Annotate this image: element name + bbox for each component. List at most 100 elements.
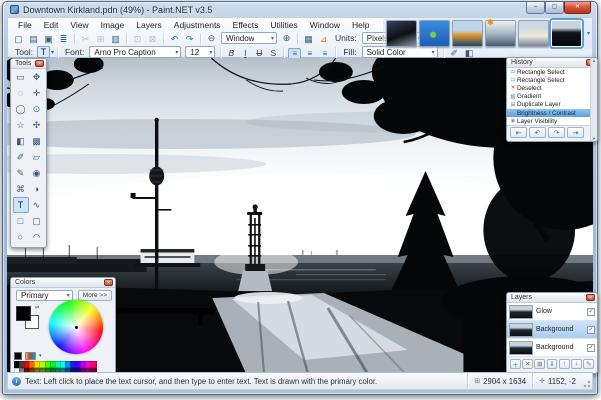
ellipse-select-tool[interactable]: ◯ [13,101,29,117]
colors-panel-titlebar[interactable]: Colors ✕ [11,278,115,288]
desktop: Downtown Kirkland.pdn (49%) - Paint.NET … [0,0,601,400]
history-item[interactable]: ▭ Rectangle Select [507,68,590,76]
freeform-shape-tool[interactable]: ◠ [29,229,45,245]
color-wheel[interactable] [49,300,103,354]
text-tool[interactable]: T [13,197,29,213]
close-icon[interactable]: ✕ [586,294,595,301]
chevron-down-icon[interactable]: ▾ [51,49,54,56]
menu-item[interactable]: Utilities [264,19,303,31]
layer-visibility-checkbox[interactable]: ✓ [587,344,595,352]
copy-button[interactable]: ⊞ [94,34,107,46]
color-target-dropdown[interactable]: Primary ▾ [16,290,73,301]
redo-history-button[interactable]: ↷ [548,127,565,138]
rectangle-select-tool[interactable]: ▭ [13,69,29,85]
redo-button[interactable]: ↷ [183,34,196,46]
primary-color-swatch[interactable] [16,306,31,321]
thumbnail-overflow-icon[interactable]: ▾ [587,30,590,37]
crop-to-selection-button[interactable]: ⊡ [131,34,144,46]
resize-grip[interactable] [582,373,592,389]
layers-panel-titlebar[interactable]: Layers ✕ [507,293,597,303]
history-item[interactable]: ◐ Brightness / Contrast [507,109,590,117]
ellipse-tool[interactable]: ○ [13,229,29,245]
current-color-swatch[interactable] [14,352,22,360]
rectangle-tool[interactable]: □ [13,213,29,229]
move-layer-up-button[interactable]: ↑ [559,359,570,369]
font-size-dropdown[interactable]: 12 ▾ [185,46,215,58]
fast-forward-button[interactable]: ⇥ [567,127,584,138]
zoom-tool[interactable]: ⊙ [29,101,45,117]
pan-tool[interactable]: ✣ [29,117,45,133]
layer-row[interactable]: Background ✓ [507,321,597,339]
move-layer-down-button[interactable]: ↓ [571,359,582,369]
layer-row[interactable]: Background ✓ [507,339,597,357]
rewind-button[interactable]: ⇤ [510,127,527,138]
open-image-3[interactable] [452,20,483,47]
menu-item[interactable]: Help [346,19,375,31]
magic-wand-tool[interactable]: ☆ [13,117,29,133]
history-item[interactable]: ◉ Layer Visibility [507,117,590,125]
history-item[interactable]: ✕ Deselect [507,84,590,92]
color-picker-tool[interactable]: ◉ [29,165,45,181]
rounded-rectangle-tool[interactable]: ▢ [29,213,45,229]
recolor-tool[interactable]: ◑ [29,181,45,197]
palette-manager-icon[interactable] [25,352,36,360]
new-image-button[interactable]: ▢ [12,34,25,46]
paste-button[interactable]: ▥ [109,34,122,46]
font-family-dropdown[interactable]: Arno Pro Caption ▾ [89,46,181,58]
title-bar[interactable]: Downtown Kirkland.pdn (49%) - Paint.NET … [3,2,597,17]
undo-button[interactable]: ↶ [168,34,181,46]
move-selection-tool[interactable]: ✛ [29,85,45,101]
add-layer-button[interactable]: ＋ [510,359,521,369]
lasso-select-tool[interactable]: ◌ [13,85,29,101]
chevron-down-icon[interactable]: ▾ [39,353,42,359]
layer-visibility-checkbox[interactable]: ✓ [587,308,595,316]
deselect-button[interactable]: ⊠ [146,34,159,46]
undo-history-button[interactable]: ↶ [529,127,546,138]
history-item-icon: ▭ [509,77,517,83]
separator [57,47,58,58]
open-image-6[interactable] [551,20,582,47]
layer-properties-button[interactable]: ✎ [583,359,594,369]
open-image-5[interactable] [518,20,549,47]
close-icon[interactable]: ✕ [104,279,113,286]
close-button[interactable]: ✕ [564,2,591,14]
clone-stamp-tool[interactable]: ⌘ [13,181,29,197]
zoom-out-icon[interactable]: ⊖ [205,32,218,44]
menu-item[interactable]: Effects [227,19,265,31]
more-colors-button[interactable]: More >> [78,290,112,301]
delete-layer-button[interactable]: ✕ [522,359,533,369]
layer-visibility-checkbox[interactable]: ✓ [587,326,595,334]
cut-button[interactable]: ✂ [79,34,92,46]
minimize-button[interactable]: – [526,2,545,14]
paint-bucket-tool[interactable]: ◧ [13,133,29,149]
maximize-button[interactable]: ▢ [545,2,564,14]
open-image-2[interactable] [419,20,450,47]
tools-panel-titlebar[interactable]: Tools ✕ [11,59,46,69]
history-item-label: Duplicate Layer [517,101,561,108]
close-icon[interactable]: ✕ [35,60,44,67]
history-panel-titlebar[interactable]: History ✕ [507,58,597,68]
line-curve-tool[interactable]: ∿ [29,197,45,213]
merge-down-button[interactable]: ⇓ [547,359,558,369]
open-image-1[interactable] [386,20,417,47]
active-tool-button[interactable]: T [37,46,50,58]
duplicate-layer-button[interactable]: ⊞ [534,359,545,369]
layer-row[interactable]: Glow ✓ [507,303,597,321]
print-button[interactable]: ≣ [57,34,70,46]
paintbrush-tool[interactable]: ✐ [13,149,29,165]
swap-colors-icon[interactable]: ⇄ [35,305,39,311]
history-item[interactable]: ⊞ Duplicate Layer [507,101,590,109]
history-scrollbar[interactable]: ▲▼ [590,58,597,141]
save-button[interactable]: ▣ [42,34,55,46]
chevron-down-icon: ▾ [67,292,70,299]
eraser-tool[interactable]: ▱ [29,149,45,165]
history-item[interactable]: ▭ Rectangle Select [507,76,590,84]
gradient-tool[interactable]: ▩ [29,133,45,149]
open-button[interactable]: ▤ [27,34,40,46]
palette-color[interactable] [90,361,96,368]
history-item[interactable]: ▨ Gradient [507,93,590,101]
paint-net-window: Downtown Kirkland.pdn (49%) - Paint.NET … [2,1,598,395]
open-image-4[interactable]: ✱ [485,20,516,47]
move-selected-pixels-tool[interactable]: ✥ [29,69,45,85]
pencil-tool[interactable]: ✎ [13,165,29,181]
